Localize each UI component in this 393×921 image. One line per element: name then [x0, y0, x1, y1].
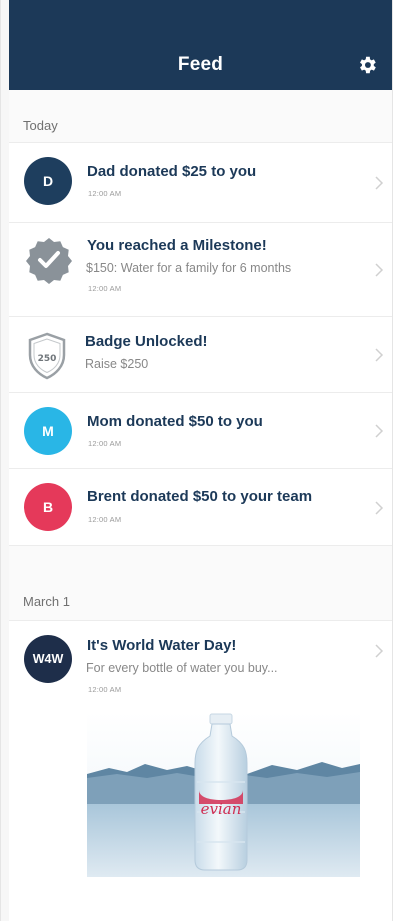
- item-timestamp: 12:00 AM: [88, 284, 122, 293]
- item-title: Brent donated $50 to your team: [87, 488, 313, 505]
- chevron-right-icon: [375, 501, 384, 515]
- item-title: Mom donated $50 to you: [87, 413, 263, 430]
- gear-icon: [360, 56, 376, 74]
- brand-logo: evian: [201, 800, 242, 818]
- page-title: Feed: [177, 54, 224, 75]
- feed-item-badge-unlocked[interactable]: 250 Badge Unlocked! Raise $250: [9, 316, 392, 392]
- feed-item-mom-donation[interactable]: M Mom donated $50 to you 12:00 AM: [9, 392, 392, 468]
- feed-item-brent-donation[interactable]: B Brent donated $50 to your team 12:00 A…: [9, 468, 392, 546]
- avatar: B: [24, 483, 72, 531]
- settings-button[interactable]: [356, 54, 378, 76]
- avatar: W4W: [24, 635, 72, 683]
- water-bottle-image[interactable]: evian: [87, 712, 360, 877]
- item-timestamp: 12:00 AM: [88, 189, 122, 198]
- chevron-right-icon: [375, 644, 384, 658]
- chevron-right-icon: [375, 348, 384, 362]
- feed-list: Today D Dad donated $25 to you 12:00 AM …: [9, 90, 392, 921]
- badge-number: 250: [38, 354, 57, 364]
- item-subtitle: Raise $250: [85, 357, 149, 371]
- section-header-march-1: March 1: [23, 594, 70, 609]
- item-subtitle: For every bottle of water you buy...: [86, 661, 278, 675]
- chevron-right-icon: [375, 176, 384, 190]
- feed-item-milestone[interactable]: You reached a Milestone! $150: Water for…: [9, 222, 392, 316]
- avatar: M: [24, 407, 72, 455]
- section-header-today: Today: [23, 118, 58, 133]
- item-subtitle: $150: Water for a family for 6 months: [86, 261, 292, 275]
- item-timestamp: 12:00 AM: [88, 685, 122, 694]
- top-navigation-bar: Feed: [9, 0, 392, 90]
- item-title: It's World Water Day!: [87, 637, 237, 654]
- item-title: Badge Unlocked!: [85, 333, 208, 350]
- chevron-right-icon: [375, 263, 384, 277]
- item-title: You reached a Milestone!: [87, 237, 267, 254]
- item-timestamp: 12:00 AM: [88, 439, 122, 448]
- feed-screen: Feed Today D Dad donated $25 to you 12:0…: [0, 0, 393, 921]
- item-timestamp: 12:00 AM: [88, 515, 122, 524]
- shield-badge-icon: 250: [28, 332, 66, 380]
- item-title: Dad donated $25 to you: [87, 163, 257, 180]
- milestone-badge-icon: [26, 238, 72, 284]
- promo-illustration: evian: [87, 712, 360, 877]
- feed-item-dad-donation[interactable]: D Dad donated $25 to you 12:00 AM: [9, 142, 392, 222]
- chevron-right-icon: [375, 424, 384, 438]
- avatar: D: [24, 157, 72, 205]
